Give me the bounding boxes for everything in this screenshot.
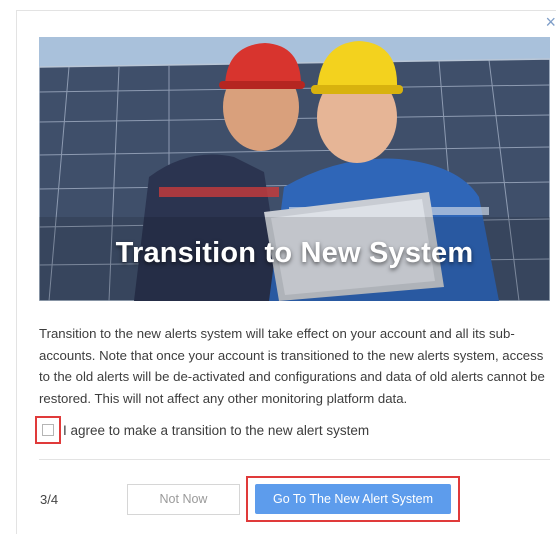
hero-banner: Transition to New System [39,37,550,301]
close-icon[interactable]: × [542,13,556,31]
hero-title: Transition to New System [115,237,474,269]
go-to-new-alert-system-button[interactable]: Go To The New Alert System [255,484,451,514]
transition-dialog: × Transition to New System Transition to… [16,10,556,534]
not-now-button[interactable]: Not Now [127,484,240,515]
agree-checkbox[interactable] [42,424,54,436]
transition-description: Transition to the new alerts system will… [39,326,545,406]
agree-label[interactable]: I agree to make a transition to the new … [63,423,369,438]
step-indicator: 3/4 [40,492,59,507]
footer-divider [39,459,550,460]
agree-row: I agree to make a transition to the new … [35,416,535,446]
